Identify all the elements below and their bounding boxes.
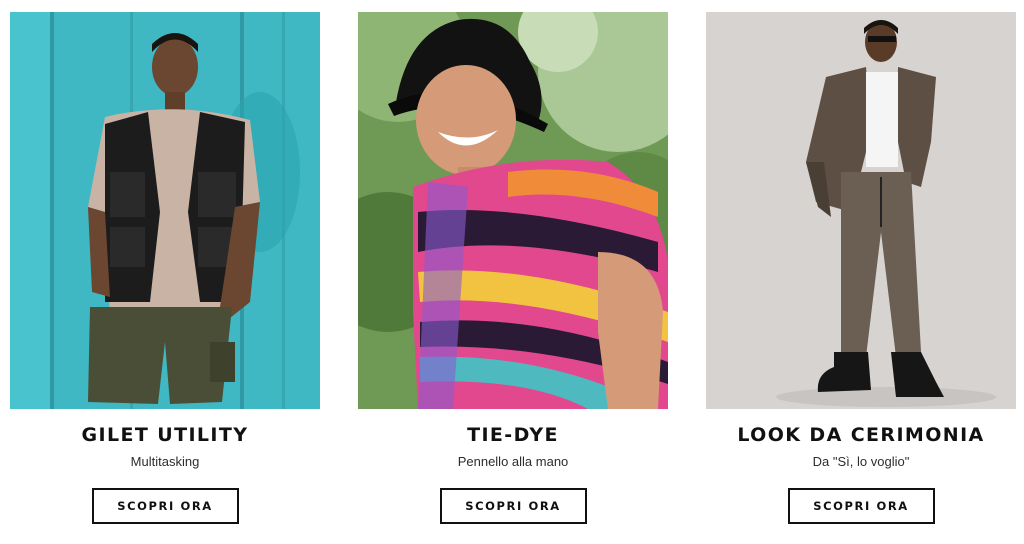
promo-image-gilet-utility[interactable]: [10, 12, 320, 409]
promo-card-tie-dye: TIE-DYE Pennello alla mano SCOPRI ORA: [358, 12, 668, 524]
shop-now-button[interactable]: SCOPRI ORA: [787, 488, 935, 524]
promo-image-look-da-cerimonia[interactable]: [706, 12, 1016, 409]
promo-image-tie-dye[interactable]: [358, 12, 668, 409]
promo-subtitle: Da "Sì, lo voglio": [812, 454, 910, 469]
promo-title[interactable]: TIE-DYE: [467, 423, 559, 447]
promo-card-look-da-cerimonia: LOOK DA CERIMONIA Da "Sì, lo voglio" SCO…: [706, 12, 1016, 524]
shop-now-button[interactable]: SCOPRI ORA: [439, 488, 587, 524]
promo-card-grid: GILET UTILITY Multitasking SCOPRI ORA TI…: [0, 0, 1024, 544]
promo-card-gilet-utility: GILET UTILITY Multitasking SCOPRI ORA: [10, 12, 320, 524]
promo-title[interactable]: LOOK DA CERIMONIA: [737, 423, 984, 447]
shop-now-button[interactable]: SCOPRI ORA: [91, 488, 239, 524]
promo-subtitle: Pennello alla mano: [457, 454, 569, 469]
promo-subtitle: Multitasking: [130, 454, 200, 469]
promo-title[interactable]: GILET UTILITY: [82, 423, 249, 447]
